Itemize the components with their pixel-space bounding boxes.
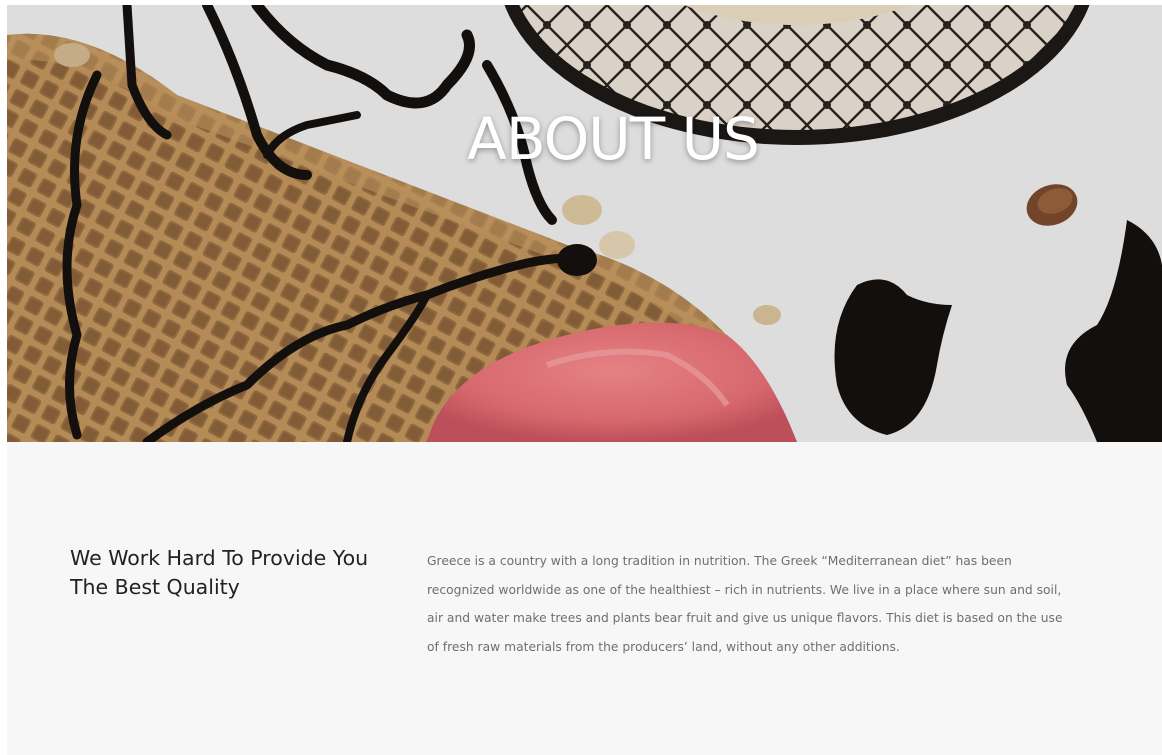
about-section: We Work Hard To Provide You The Best Qua… (7, 442, 1162, 755)
page: ABOUT US We Work Hard To Provide You The… (0, 0, 1162, 755)
hero-banner: ABOUT US (7, 5, 1162, 442)
hero-title: ABOUT US (467, 105, 760, 173)
hero-image (7, 5, 1162, 442)
about-heading: We Work Hard To Provide You The Best Qua… (70, 546, 369, 599)
about-body-text: Greece is a country with a long traditio… (427, 554, 1063, 654)
